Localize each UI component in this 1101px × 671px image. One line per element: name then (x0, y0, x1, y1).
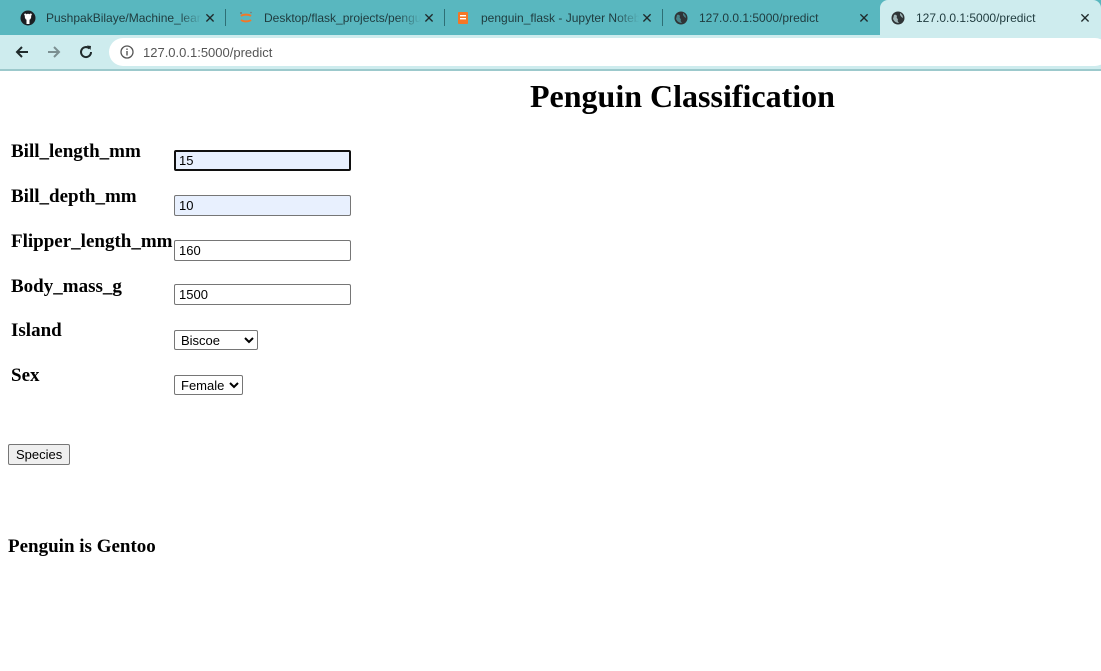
body-mass-input[interactable] (174, 284, 351, 305)
body-mass-label: Body_mass_g (11, 276, 122, 297)
page-title: Penguin Classification (530, 78, 835, 114)
jupyter-icon (238, 10, 254, 26)
address-bar[interactable]: 127.0.0.1:5000/predict (109, 38, 1101, 66)
bill-depth-label: Bill_depth_mm (11, 186, 137, 207)
forward-button[interactable] (40, 38, 68, 66)
tab-title: Desktop/flask_projects/penguin (264, 10, 421, 25)
close-tab-icon[interactable]: ✕ (1077, 10, 1093, 26)
close-tab-icon[interactable]: ✕ (421, 10, 437, 26)
close-tab-icon[interactable]: ✕ (202, 10, 218, 26)
back-button[interactable] (8, 38, 36, 66)
tab-title: penguin_flask - Jupyter Notebook (481, 10, 639, 25)
bill-depth-input[interactable] (174, 195, 351, 216)
browser-toolbar: 127.0.0.1:5000/predict (0, 35, 1101, 69)
tab-title: 127.0.0.1:5000/predict (916, 10, 1036, 25)
close-tab-icon[interactable]: ✕ (856, 10, 872, 26)
browser-tab-notebook[interactable]: penguin_flask - Jupyter Notebook ✕ (445, 0, 663, 35)
browser-tab-predict-active[interactable]: 127.0.0.1:5000/predict ✕ (880, 0, 1101, 35)
close-tab-icon[interactable]: ✕ (639, 10, 655, 26)
island-label: Island (11, 320, 62, 341)
tab-strip: PushpakBilaye/Machine_learning ✕ Desktop… (0, 0, 1101, 35)
prediction-result: Penguin is Gentoo (8, 536, 156, 557)
flipper-length-label: Flipper_length_mm (11, 231, 173, 252)
bill-length-input[interactable] (174, 150, 351, 171)
sex-label: Sex (11, 365, 40, 386)
bill-length-label: Bill_length_mm (11, 141, 141, 162)
notebook-icon (455, 10, 471, 26)
browser-tab-github[interactable]: PushpakBilaye/Machine_learning ✕ (0, 0, 226, 35)
sex-select[interactable]: Female (174, 375, 243, 395)
back-arrow-icon (15, 46, 28, 58)
forward-arrow-icon (48, 46, 61, 58)
species-submit-button[interactable]: Species (8, 444, 71, 465)
tab-title: PushpakBilaye/Machine_learning (46, 10, 202, 25)
globe-icon (890, 10, 906, 26)
island-select[interactable]: Biscoe (174, 330, 258, 350)
github-icon (20, 10, 36, 26)
url-text: 127.0.0.1:5000/predict (143, 44, 273, 60)
reload-button[interactable] (72, 38, 100, 66)
flipper-length-input[interactable] (174, 240, 351, 261)
tab-title: 127.0.0.1:5000/predict (699, 10, 819, 25)
browser-tab-jupyter-tree[interactable]: Desktop/flask_projects/penguin ✕ (226, 0, 445, 35)
info-icon[interactable] (120, 45, 134, 59)
globe-icon (673, 10, 689, 26)
browser-tab-predict[interactable]: 127.0.0.1:5000/predict ✕ (663, 0, 880, 35)
toolbar-divider (0, 69, 1101, 71)
reload-icon (80, 45, 93, 59)
